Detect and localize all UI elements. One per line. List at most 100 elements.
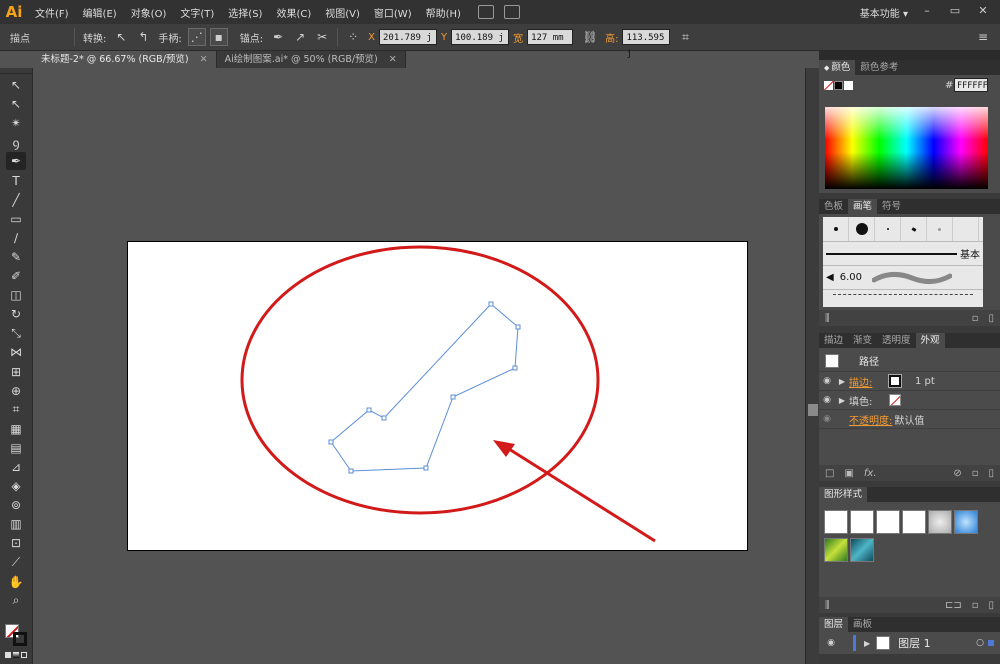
blend-tool[interactable]: ◈ [6,477,26,495]
style-gray-shadow[interactable] [928,510,952,534]
tab-symbols[interactable]: 符号 [877,199,906,214]
tab-transparency[interactable]: 透明度 [877,333,916,348]
style-default[interactable] [824,510,848,534]
color-mode-icons[interactable] [5,652,27,660]
art-brush-row[interactable]: ◀ 6.00 [823,266,983,290]
direct-selection-tool[interactable]: ↖ [6,95,26,113]
mesh-tool[interactable]: ▦ [6,420,26,438]
toolbox-grip[interactable] [0,68,32,74]
shape-builder-tool[interactable]: ⊕ [6,382,26,400]
tab-gradient[interactable]: 渐变 [848,333,877,348]
eye-icon[interactable]: ◉ [823,638,839,648]
menu-help[interactable]: 帮助(H) [419,5,468,20]
menu-view[interactable]: 视图(V) [318,5,367,20]
opacity-label[interactable]: 不透明度: [849,412,892,427]
selection-tool[interactable]: ↖ [6,76,26,94]
eye-icon[interactable]: ◉ [819,376,835,386]
y-field[interactable]: 100.189 j [451,29,510,45]
convert-corner-icon[interactable]: ↖ [112,28,130,46]
eye-icon[interactable]: ◉ [819,395,835,405]
appearance-opacity-row[interactable]: ◉ 不透明度: 默认值 [819,410,1000,429]
remove-anchor-icon[interactable]: ✒ [269,28,287,46]
white-swatch[interactable] [844,81,853,90]
tab-graphic-styles[interactable]: 图形样式 [819,487,868,502]
fill-stroke-swatch[interactable] [5,624,27,646]
tab-artboards[interactable]: 画板 [848,617,877,632]
dock-grip[interactable] [819,51,1000,60]
height-field[interactable]: 113.595 j [622,29,671,59]
scale-tool[interactable]: ⤡ [6,324,26,342]
brush-empty[interactable] [953,217,979,241]
break-link-icon[interactable]: ⊏⊐ [945,600,962,611]
eye-icon[interactable]: ◉ [819,414,835,424]
menu-file[interactable]: 文件(F) [28,5,76,20]
appearance-fill-row[interactable]: ◉ ▶ 填色: [819,391,1000,410]
panel-menu-icon[interactable]: ≡ [974,28,992,46]
tab-color[interactable]: ◆ 颜色 [819,60,856,75]
brush-dot-tiny[interactable] [875,217,901,241]
rectangle-tool[interactable]: ▭ [6,210,26,228]
magic-wand-tool[interactable]: ✴ [6,114,26,132]
menu-type[interactable]: 文字(T) [173,5,221,20]
slice-tool[interactable]: ⟋ [6,554,26,572]
eraser-tool[interactable]: ◫ [6,286,26,304]
layer-name[interactable]: 图层 1 [898,635,931,651]
style-blue-glow[interactable] [954,510,978,534]
brush-calligraphic[interactable] [901,217,927,241]
hide-handles-icon[interactable]: ▪ [209,28,228,46]
transform-icon[interactable]: ⌗ [676,28,694,46]
vertical-scrollbar[interactable] [805,68,819,664]
close-button[interactable]: ✕ [970,2,996,20]
minimize-button[interactable]: – [914,2,940,20]
appearance-stroke-row[interactable]: ◉ ▶ 描边: 1 pt [819,372,1000,391]
fx-button[interactable]: fx. [864,468,877,479]
style-green-texture[interactable] [824,538,848,562]
show-handles-icon[interactable]: ⋰ [187,28,206,46]
duplicate-icon[interactable]: ▫ [972,468,979,479]
style-white[interactable] [876,510,900,534]
anchor-points[interactable] [328,301,521,474]
tab-color-guide[interactable]: 颜色参考 [855,60,903,75]
workspace-switcher[interactable]: 基本功能 ▾ [860,5,908,20]
pattern-brush-row[interactable] [823,290,983,306]
stroke-weight[interactable]: 1 pt [915,376,935,387]
menu-edit[interactable]: 编辑(E) [76,5,124,20]
new-stroke-icon[interactable]: □ [825,468,834,479]
column-graph-tool[interactable]: ▥ [6,515,26,533]
zoom-tool[interactable]: ⌕ [6,592,26,610]
gradient-tool[interactable]: ▤ [6,439,26,457]
stroke-label[interactable]: 描边: [849,374,889,389]
lasso-tool[interactable]: ꝯ [6,133,26,151]
rotate-tool[interactable]: ↻ [6,305,26,323]
none-swatch-icon[interactable] [824,81,833,90]
x-field[interactable]: 201.789 j [378,29,437,45]
stroke-swatch-icon[interactable] [888,374,902,388]
tab-document-2[interactable]: Ai绘制图案.ai* @ 50% (RGB/预览) ✕ [216,51,406,68]
pen-tool[interactable]: ✒ [6,152,26,171]
link-icon[interactable]: ⛓ [581,28,599,46]
type-tool[interactable]: T [6,172,26,190]
fill-label[interactable]: 填色: [849,393,889,408]
maximize-button[interactable]: ▭ [942,2,968,20]
bridge-icon[interactable] [477,5,494,19]
selection-indicator[interactable] [988,640,994,646]
tab-brushes[interactable]: 画笔 [848,199,878,214]
style-outline[interactable] [902,510,926,534]
expand-arrow-icon[interactable]: ▶ [835,377,849,386]
trash-icon[interactable]: ▯ [988,600,994,611]
style-libraries-icon[interactable]: ⫼ [825,600,830,611]
paintbrush-tool[interactable]: ∕ [6,229,26,247]
new-fill-icon[interactable]: ▣ [844,468,853,479]
style-none[interactable] [850,510,874,534]
color-spectrum[interactable] [825,107,988,189]
free-transform-tool[interactable]: ⊞ [6,363,26,381]
tab-swatches[interactable]: 色板 [819,199,848,214]
selected-path[interactable] [330,303,519,472]
brush-dot-dim[interactable] [927,217,953,241]
menu-object[interactable]: 对象(O) [124,5,174,20]
menu-select[interactable]: 选择(S) [221,5,269,20]
fill-none-swatch-icon[interactable] [889,394,901,406]
hex-field[interactable]: FFFFFF [954,78,988,92]
expand-arrow-icon[interactable]: ▶ [835,396,849,405]
brush-dot-small[interactable] [823,217,849,241]
